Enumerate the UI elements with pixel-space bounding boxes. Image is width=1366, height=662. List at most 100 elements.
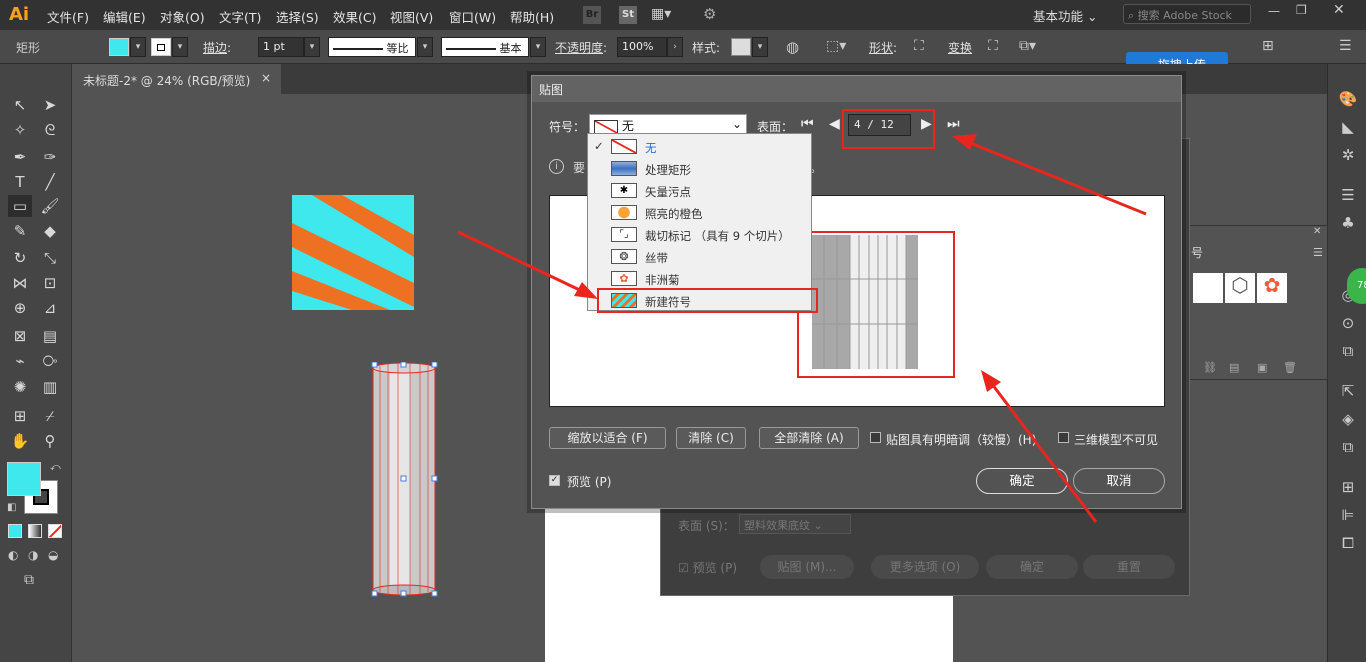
transform-link[interactable]: 变换 — [948, 39, 972, 56]
transform-panel-icon[interactable]: ⊞ — [1337, 478, 1359, 498]
scale-tool-icon[interactable]: ⤡ — [38, 247, 62, 269]
delete-symbol-icon[interactable]: 🗑 — [1283, 361, 1297, 374]
selection-tool-icon[interactable]: ↖ — [8, 94, 32, 116]
clear-button[interactable]: 清除 (C) — [676, 427, 746, 449]
preview-checkbox-behind[interactable]: ☑ 预览 (P) — [678, 559, 737, 576]
shade-artwork-checkbox[interactable] — [870, 432, 881, 443]
brushes-panel-icon[interactable]: ⧉ — [1337, 342, 1359, 362]
menu-file[interactable]: 文件(F) — [47, 7, 89, 26]
symbol-options-icon[interactable]: ▤ — [1229, 361, 1239, 374]
swatches-panel-icon[interactable]: ♣ — [1337, 214, 1359, 234]
symbol-thumb-gerbera[interactable]: ✿ — [1257, 273, 1287, 303]
more-options-button-behind[interactable]: 更多选项 (O) — [871, 555, 979, 579]
artboard-tool-icon[interactable]: ⊞ — [8, 405, 32, 427]
stroke-weight-dropdown[interactable]: ▾ — [304, 37, 320, 57]
menu-edit[interactable]: 编辑(E) — [103, 7, 146, 26]
last-surface-icon[interactable]: ⏭ — [947, 116, 960, 132]
menu-window[interactable]: 窗口(W) — [449, 7, 496, 26]
shape-builder-icon[interactable]: ⊕ — [8, 297, 32, 319]
striped-square-artwork[interactable] — [292, 195, 414, 310]
minimize-button[interactable]: — — [1268, 4, 1280, 18]
menu-effect[interactable]: 效果(C) — [333, 7, 376, 26]
panel-options-icon[interactable]: ⊞ — [1262, 38, 1274, 54]
cylinder-artwork[interactable] — [370, 362, 440, 598]
appearance-panel-icon[interactable]: ✲ — [1337, 146, 1359, 166]
menu-panel-icon[interactable]: ☰ — [1337, 186, 1359, 206]
gradient-panel-icon[interactable]: ◣ — [1337, 118, 1359, 138]
brush-dropdown[interactable]: ▾ — [530, 37, 546, 57]
stroke-weight-input[interactable]: 1 pt — [258, 37, 304, 57]
style-dropdown[interactable]: ▾ — [752, 37, 768, 57]
none-mode-icon[interactable] — [48, 524, 62, 538]
close-window-button[interactable]: ✕ — [1333, 2, 1345, 18]
screen-mode-icon[interactable]: ⧉ — [24, 572, 34, 588]
draw-behind-icon[interactable]: ◑ — [28, 548, 38, 562]
symbol-option-crop-marks[interactable]: ⌜⌟ 裁切标记 （具有 9 个切片） — [588, 224, 811, 246]
scale-to-fit-button[interactable]: 缩放以适合 (F) — [549, 427, 666, 449]
paintbrush-icon[interactable]: 🖌 — [38, 195, 62, 217]
symbol-option-illuminated-orange[interactable]: 照亮的橙色 — [588, 202, 811, 224]
profile-dropdown[interactable]: ▾ — [417, 37, 433, 57]
export-icon[interactable]: ⇱ — [1337, 382, 1359, 402]
width-tool-icon[interactable]: ⋈ — [8, 272, 32, 294]
preview-checkbox[interactable]: ✓ — [549, 475, 560, 486]
stroke-swatch[interactable] — [151, 38, 171, 56]
shaper-tool-icon[interactable]: ✎ — [8, 220, 32, 242]
perspective-grid-icon[interactable]: ⊿ — [38, 297, 62, 319]
isolate-icon[interactable]: ⛶ — [988, 38, 998, 54]
variable-width-profile[interactable]: 等比 — [328, 37, 416, 57]
column-graph-icon[interactable]: ▥ — [38, 376, 62, 398]
symbols-panel-tab[interactable]: 号 — [1191, 244, 1203, 261]
prev-surface-icon[interactable]: ◀ — [829, 116, 840, 132]
draw-normal-icon[interactable]: ◐ — [8, 548, 18, 562]
symbol-thumb-crop-marks[interactable] — [1193, 273, 1223, 303]
swap-colors-icon[interactable]: ⤺ — [50, 462, 61, 473]
type-tool-icon[interactable]: T — [8, 171, 32, 193]
first-surface-icon[interactable]: ⏮ — [801, 116, 814, 132]
align-panel-icon[interactable]: ⊫ — [1337, 506, 1359, 526]
pen-tool-icon[interactable]: ✒ — [8, 146, 32, 168]
invisible-geometry-checkbox[interactable] — [1058, 432, 1069, 443]
symbol-library-icon[interactable]: ⛓ — [1203, 361, 1217, 374]
style-swatch[interactable] — [731, 38, 751, 56]
magic-wand-icon[interactable]: ✧ — [8, 119, 32, 141]
free-transform-icon[interactable]: ⊡ — [38, 272, 62, 294]
close-tab-icon[interactable]: × — [261, 71, 271, 85]
symbol-option-gerbera[interactable]: ✿ 非洲菊 — [588, 268, 811, 290]
menu-help[interactable]: 帮助(H) — [510, 7, 554, 26]
surface-select-behind[interactable]: 塑料效果底纹 ⌄ — [739, 514, 851, 534]
menu-view[interactable]: 视图(V) — [390, 7, 433, 26]
direct-selection-tool-icon[interactable]: ➤ — [38, 94, 62, 116]
rectangle-tool-icon[interactable]: ▭ — [8, 195, 32, 217]
blend-tool-icon[interactable]: ⧂ — [38, 350, 62, 372]
menu-select[interactable]: 选择(S) — [276, 7, 319, 26]
new-symbol-icon[interactable]: ▣ — [1257, 361, 1267, 374]
clear-all-button[interactable]: 全部清除 (A) — [759, 427, 859, 449]
eraser-icon[interactable]: ◆ — [38, 220, 62, 242]
lasso-icon[interactable]: ᘓ — [38, 119, 62, 141]
arrange-icon[interactable]: ⧉▾ — [1019, 38, 1036, 54]
stock-icon[interactable]: St — [619, 6, 637, 24]
fill-dropdown[interactable]: ▾ — [130, 37, 146, 57]
menu-object[interactable]: 对象(O) — [160, 7, 205, 26]
bridge-icon[interactable]: Br — [583, 6, 601, 24]
shape-properties-icon[interactable]: ⛶ — [914, 38, 924, 54]
brush-definition[interactable]: 基本 — [441, 37, 529, 57]
align-icon[interactable]: ⬚▾ — [826, 38, 846, 54]
symbols-panel-close-icon[interactable]: ✕ — [1313, 226, 1321, 237]
ok-button-behind[interactable]: 确定 — [986, 555, 1078, 579]
hand-tool-icon[interactable]: ✋ — [8, 430, 32, 452]
symbol-option-ribbon[interactable]: ❂ 丝带 — [588, 246, 811, 268]
restore-button[interactable]: ❐ — [1296, 3, 1307, 17]
eyedropper-icon[interactable]: ⌁ — [8, 350, 32, 372]
color-panel-icon[interactable]: 🎨 — [1337, 90, 1359, 110]
document-tab[interactable]: 未标题-2* @ 24% (RGB/预览) × — [73, 64, 281, 94]
symbol-thumb-ribbon[interactable]: ⬡ — [1225, 273, 1255, 303]
map-art-button-behind[interactable]: 贴图 (M)... — [760, 555, 854, 579]
slice-tool-icon[interactable]: ⌿ — [38, 405, 62, 427]
workspace-switcher[interactable]: 基本功能 ⌄ — [1033, 6, 1097, 25]
curvature-tool-icon[interactable]: ✑ — [38, 146, 62, 168]
reset-button-behind[interactable]: 重置 — [1083, 555, 1175, 579]
gradient-tool-icon[interactable]: ▤ — [38, 325, 62, 347]
color-mode-icon[interactable] — [8, 524, 22, 538]
